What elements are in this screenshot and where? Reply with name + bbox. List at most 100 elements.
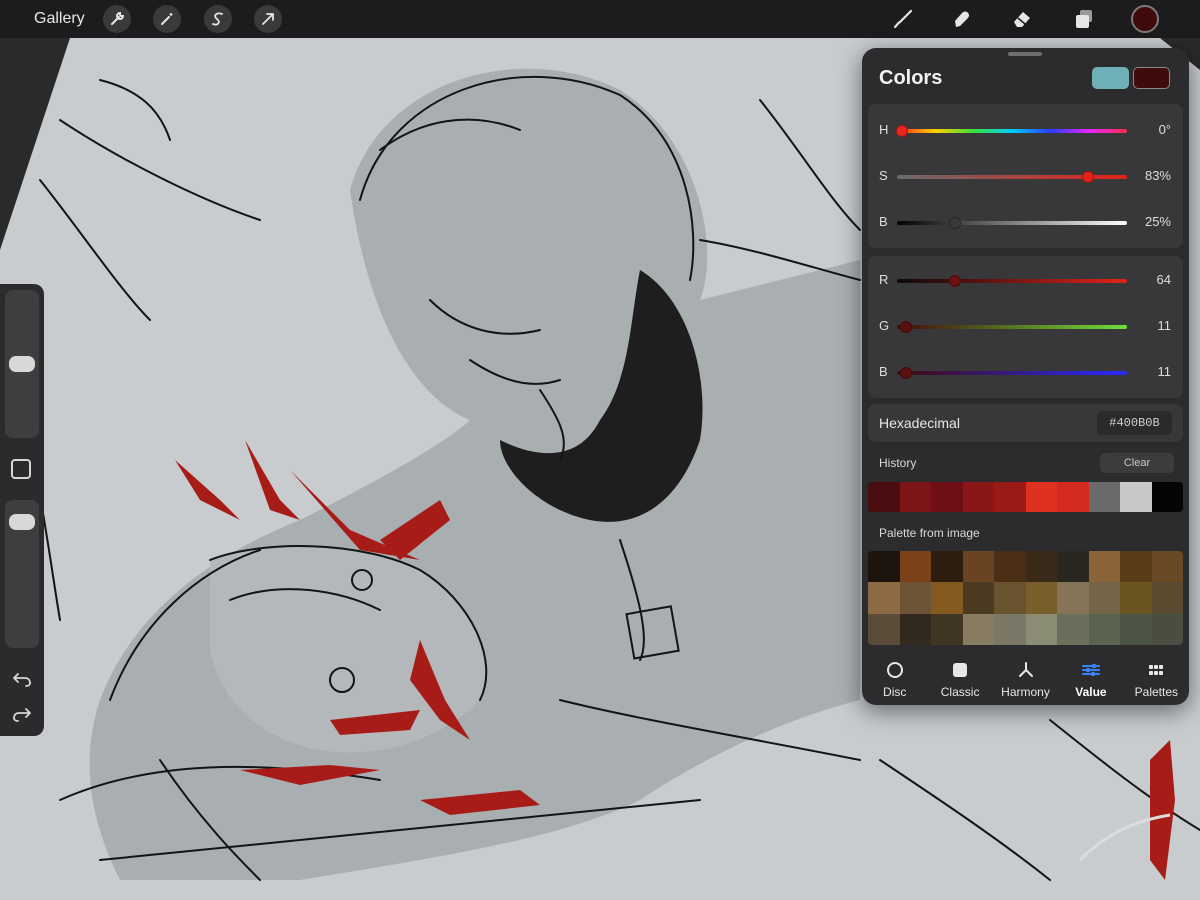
blue-track[interactable] — [897, 371, 1127, 375]
top-toolbar: Gallery — [0, 0, 1200, 38]
modify-square-icon[interactable] — [11, 459, 31, 479]
history-swatch[interactable] — [868, 482, 900, 512]
saturation-slider-row[interactable]: S 83% — [868, 154, 1183, 200]
palette-swatch[interactable] — [899, 582, 931, 614]
palette-swatch[interactable] — [994, 582, 1026, 614]
gallery-button[interactable]: Gallery — [34, 10, 85, 28]
palette-swatch[interactable] — [1151, 551, 1183, 583]
palette-swatch[interactable] — [1088, 551, 1120, 583]
palette-swatch[interactable] — [1088, 582, 1120, 614]
history-swatch[interactable] — [962, 482, 994, 512]
eraser-icon[interactable] — [1007, 4, 1037, 34]
hue-value: 0° — [1158, 122, 1171, 137]
hue-knob[interactable] — [895, 125, 908, 137]
wrench-icon[interactable] — [103, 5, 131, 33]
red-knob[interactable] — [948, 275, 961, 287]
tab-classic[interactable]: Classic — [927, 652, 992, 705]
palette-swatch[interactable] — [931, 551, 963, 583]
opacity-knob[interactable] — [9, 514, 35, 531]
brush-size-slider[interactable] — [5, 290, 39, 438]
classic-square-icon — [951, 660, 969, 680]
history-swatch[interactable] — [1025, 482, 1057, 512]
tab-palettes[interactable]: Palettes — [1124, 652, 1189, 705]
palette-swatch[interactable] — [931, 582, 963, 614]
green-track[interactable] — [897, 325, 1127, 329]
tab-palettes-label: Palettes — [1134, 685, 1178, 699]
brush-icon[interactable] — [888, 4, 918, 34]
brightness-track[interactable] — [897, 221, 1127, 225]
tab-value[interactable]: Value — [1058, 652, 1123, 705]
green-slider-row[interactable]: G 11 — [868, 304, 1183, 350]
secondary-color-swatch[interactable] — [1092, 67, 1129, 89]
brightness-knob[interactable] — [948, 217, 961, 229]
palette-label: Palette from image — [879, 526, 980, 540]
palette-swatch[interactable] — [1025, 551, 1057, 583]
hue-label: H — [879, 122, 889, 137]
red-track[interactable] — [897, 279, 1127, 283]
palette-swatch[interactable] — [1088, 613, 1120, 645]
palette-swatch[interactable] — [1120, 551, 1152, 583]
brush-size-knob[interactable] — [9, 356, 35, 372]
palette-swatch[interactable] — [962, 613, 994, 645]
palette-swatch[interactable] — [994, 613, 1026, 645]
palette-swatch[interactable] — [962, 582, 994, 614]
palette-swatch[interactable] — [868, 613, 900, 645]
blue-knob[interactable] — [900, 367, 913, 379]
brightness-value: 25% — [1144, 214, 1171, 229]
undo-icon[interactable] — [9, 667, 35, 691]
palette-swatch[interactable] — [899, 551, 931, 583]
current-color-button[interactable] — [1131, 5, 1159, 33]
palette-swatch[interactable] — [899, 613, 931, 645]
blue-slider-row[interactable]: B 11 — [868, 350, 1183, 396]
hue-track[interactable] — [897, 129, 1127, 133]
selection-icon[interactable] — [204, 5, 232, 33]
transform-arrow-icon[interactable] — [254, 5, 282, 33]
procreate-app: Gallery Colors H 0° S 83% B 25% R 64 G 1… — [0, 0, 1200, 900]
history-swatch[interactable] — [931, 482, 963, 512]
redo-icon[interactable] — [9, 702, 35, 726]
disc-icon — [886, 660, 904, 680]
layers-icon[interactable] — [1069, 4, 1099, 34]
tab-disc[interactable]: Disc — [862, 652, 927, 705]
palette-swatch[interactable] — [1120, 613, 1152, 645]
opacity-slider[interactable] — [5, 500, 39, 648]
history-swatch[interactable] — [1151, 482, 1183, 512]
saturation-knob[interactable] — [1081, 171, 1094, 183]
hexadecimal-row: Hexadecimal #400B0B — [868, 404, 1183, 442]
palette-swatch[interactable] — [962, 551, 994, 583]
brightness-slider-row[interactable]: B 25% — [868, 200, 1183, 246]
tab-harmony[interactable]: Harmony — [993, 652, 1058, 705]
green-value: 11 — [1157, 318, 1172, 333]
palette-swatch[interactable] — [1057, 551, 1089, 583]
history-swatch[interactable] — [899, 482, 931, 512]
palette-swatch[interactable] — [1120, 582, 1152, 614]
palette-swatch[interactable] — [1025, 582, 1057, 614]
palette-swatch[interactable] — [1151, 613, 1183, 645]
hex-input[interactable]: #400B0B — [1097, 411, 1172, 435]
history-swatch[interactable] — [1120, 482, 1152, 512]
green-knob[interactable] — [900, 321, 913, 333]
palette-swatch[interactable] — [931, 613, 963, 645]
blue-label: B — [879, 364, 888, 379]
palette-swatch[interactable] — [1025, 613, 1057, 645]
hue-slider-row[interactable]: H 0° — [868, 108, 1183, 154]
red-slider-row[interactable]: R 64 — [868, 258, 1183, 304]
history-swatch[interactable] — [1057, 482, 1089, 512]
history-swatch[interactable] — [994, 482, 1026, 512]
palette-swatch[interactable] — [868, 551, 900, 583]
palette-swatch[interactable] — [1057, 582, 1089, 614]
primary-color-swatch[interactable] — [1133, 67, 1170, 89]
smudge-icon[interactable] — [947, 4, 977, 34]
magic-wand-icon[interactable] — [153, 5, 181, 33]
palette-swatch[interactable] — [1151, 582, 1183, 614]
palette-swatch[interactable] — [1057, 613, 1089, 645]
panel-grabber[interactable] — [1008, 52, 1042, 56]
saturation-value: 83% — [1144, 168, 1171, 183]
panel-title: Colors — [879, 67, 943, 89]
tab-disc-label: Disc — [883, 685, 907, 699]
clear-history-button[interactable]: Clear — [1100, 453, 1174, 473]
palette-swatch[interactable] — [868, 582, 900, 614]
palette-swatch[interactable] — [994, 551, 1026, 583]
saturation-label: S — [879, 168, 888, 183]
history-swatch[interactable] — [1088, 482, 1120, 512]
